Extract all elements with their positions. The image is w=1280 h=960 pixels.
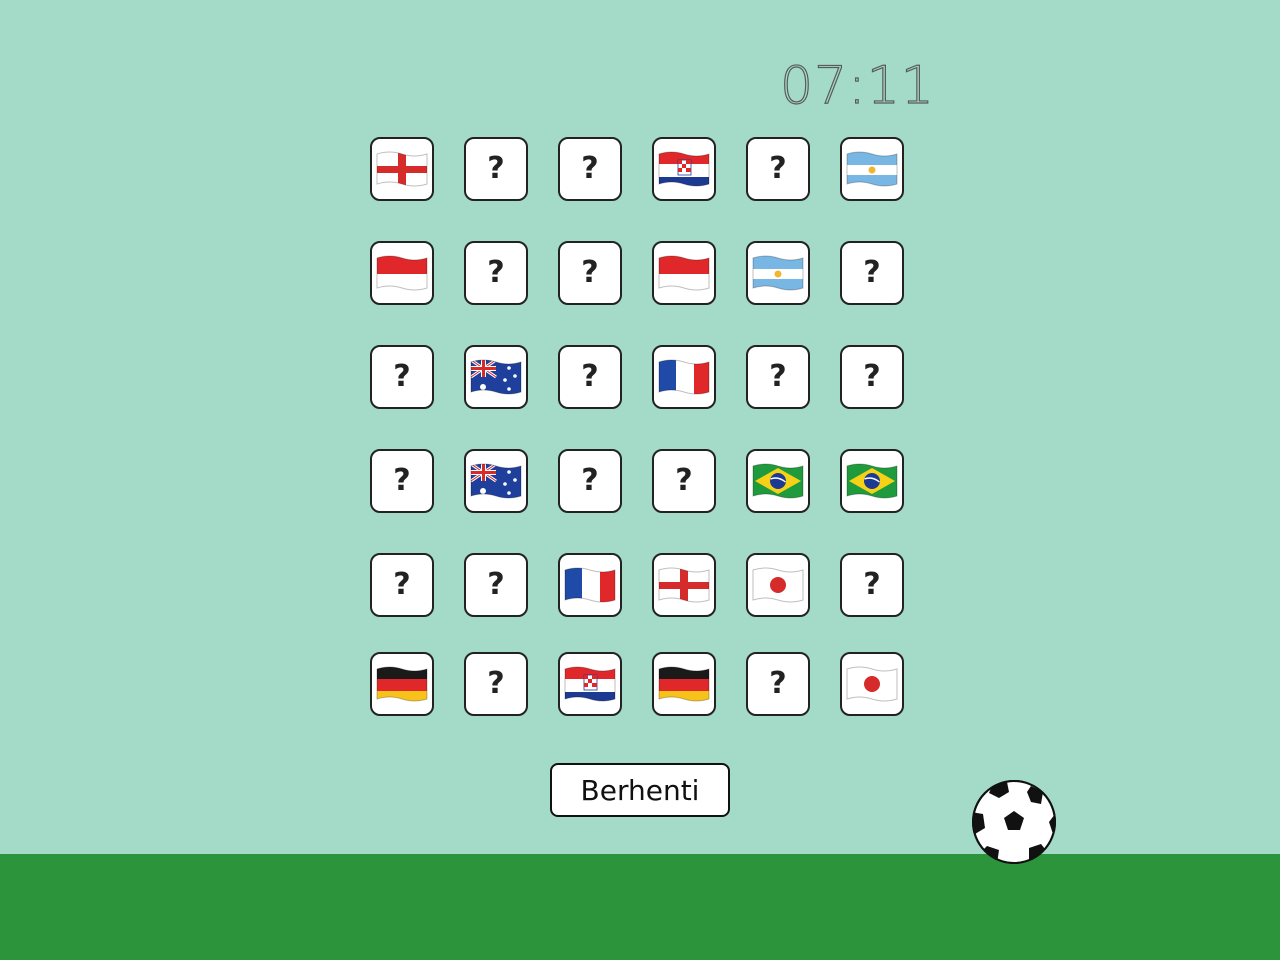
hidden-card[interactable]: ? — [746, 137, 810, 201]
question-mark: ? — [581, 359, 599, 394]
flag-france-icon — [657, 356, 711, 398]
revealed-card[interactable] — [558, 553, 622, 617]
hidden-card[interactable]: ? — [370, 449, 434, 513]
question-mark: ? — [393, 463, 411, 498]
hidden-card[interactable]: ? — [652, 449, 716, 513]
revealed-card[interactable] — [370, 241, 434, 305]
hidden-card[interactable]: ? — [558, 449, 622, 513]
flag-japan-icon — [751, 564, 805, 606]
flag-australia-icon — [469, 356, 523, 398]
hidden-card[interactable]: ? — [746, 652, 810, 716]
flag-argentina-icon — [751, 252, 805, 294]
flag-england-icon — [657, 564, 711, 606]
soccer-ball-icon — [969, 780, 1059, 864]
question-mark: ? — [487, 151, 505, 186]
timer: 07:11 — [779, 55, 935, 116]
question-mark: ? — [487, 255, 505, 290]
flag-england-icon — [375, 148, 429, 190]
flag-indonesia-icon — [375, 252, 429, 294]
hidden-card[interactable]: ? — [558, 241, 622, 305]
revealed-card[interactable] — [370, 137, 434, 201]
question-mark: ? — [769, 666, 787, 701]
question-mark: ? — [769, 151, 787, 186]
question-mark: ? — [487, 666, 505, 701]
hidden-card[interactable]: ? — [558, 345, 622, 409]
hidden-card[interactable]: ? — [464, 137, 528, 201]
question-mark: ? — [769, 359, 787, 394]
hidden-card[interactable]: ? — [840, 345, 904, 409]
flag-argentina-icon — [845, 148, 899, 190]
flag-france-icon — [563, 564, 617, 606]
revealed-card[interactable] — [746, 449, 810, 513]
question-mark: ? — [487, 567, 505, 602]
hidden-card[interactable]: ? — [464, 241, 528, 305]
card-grid: ?? ? ? ? ? ? ? ? ? ? ? ? ? ? ? ? ? — [370, 137, 910, 721]
hidden-card[interactable]: ? — [464, 652, 528, 716]
revealed-card[interactable] — [652, 137, 716, 201]
flag-brazil-icon — [751, 460, 805, 502]
flag-germany-icon — [657, 663, 711, 705]
revealed-card[interactable] — [652, 241, 716, 305]
hidden-card[interactable]: ? — [370, 553, 434, 617]
revealed-card[interactable] — [464, 449, 528, 513]
revealed-card[interactable] — [558, 652, 622, 716]
revealed-card[interactable] — [652, 652, 716, 716]
revealed-card[interactable] — [370, 652, 434, 716]
question-mark: ? — [581, 151, 599, 186]
flag-indonesia-icon — [657, 252, 711, 294]
flag-brazil-icon — [845, 460, 899, 502]
question-mark: ? — [393, 567, 411, 602]
stop-button[interactable]: Berhenti — [550, 763, 730, 817]
hidden-card[interactable]: ? — [370, 345, 434, 409]
hidden-card[interactable]: ? — [464, 553, 528, 617]
revealed-card[interactable] — [652, 345, 716, 409]
hidden-card[interactable]: ? — [840, 553, 904, 617]
flag-germany-icon — [375, 663, 429, 705]
flag-croatia-icon — [563, 663, 617, 705]
question-mark: ? — [393, 359, 411, 394]
hidden-card[interactable]: ? — [558, 137, 622, 201]
question-mark: ? — [863, 255, 881, 290]
flag-japan-icon — [845, 663, 899, 705]
question-mark: ? — [581, 463, 599, 498]
question-mark: ? — [863, 359, 881, 394]
revealed-card[interactable] — [840, 449, 904, 513]
flag-croatia-icon — [657, 148, 711, 190]
hidden-card[interactable]: ? — [840, 241, 904, 305]
question-mark: ? — [863, 567, 881, 602]
flag-australia-icon — [469, 460, 523, 502]
revealed-card[interactable] — [652, 553, 716, 617]
grass-field — [0, 854, 1280, 960]
revealed-card[interactable] — [840, 652, 904, 716]
question-mark: ? — [675, 463, 693, 498]
revealed-card[interactable] — [464, 345, 528, 409]
revealed-card[interactable] — [840, 137, 904, 201]
question-mark: ? — [581, 255, 599, 290]
hidden-card[interactable]: ? — [746, 345, 810, 409]
revealed-card[interactable] — [746, 241, 810, 305]
revealed-card[interactable] — [746, 553, 810, 617]
